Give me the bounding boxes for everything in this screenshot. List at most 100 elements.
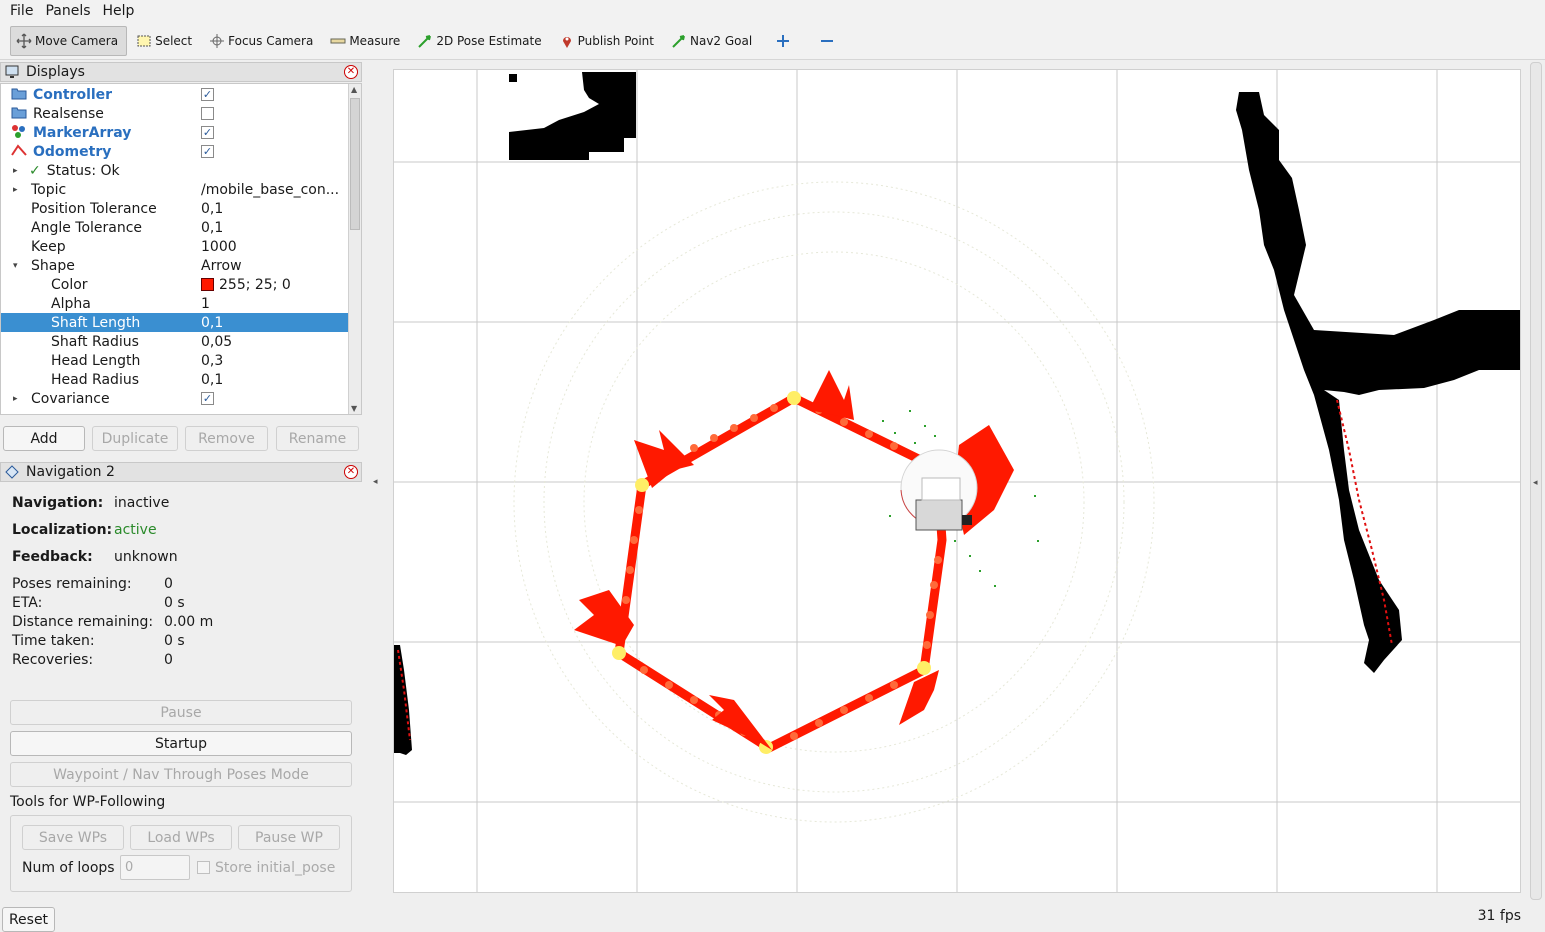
- measure-tool[interactable]: Measure: [325, 26, 408, 56]
- display-label: Controller: [33, 86, 113, 103]
- property-covariance[interactable]: ▸ Covariance ✓: [1, 389, 348, 408]
- menu-panels[interactable]: Panels: [39, 3, 96, 19]
- remove-tool-button[interactable]: [808, 26, 848, 56]
- property-value[interactable]: 1: [201, 296, 210, 312]
- collapse-arrow-icon[interactable]: ▾: [13, 261, 23, 271]
- feedback-label: Feedback:: [12, 549, 93, 565]
- splitter-arrow-icon[interactable]: ◂: [373, 477, 378, 487]
- property-label: Head Length: [51, 352, 141, 369]
- property-value[interactable]: 0,1: [201, 201, 223, 217]
- property-alpha[interactable]: Alpha 1: [1, 294, 348, 313]
- measure-label: Measure: [349, 33, 401, 48]
- scroll-thumb[interactable]: [350, 98, 360, 230]
- distance-remaining-value: 0.00 m: [164, 614, 214, 630]
- display-checkbox[interactable]: ✓: [201, 392, 214, 405]
- 3d-viewport[interactable]: [393, 69, 1521, 893]
- map-pin-icon: [558, 32, 576, 50]
- reset-button[interactable]: Reset: [2, 907, 55, 932]
- property-value[interactable]: /mobile_base_con...: [201, 182, 339, 198]
- property-value[interactable]: 0,3: [201, 353, 223, 369]
- loops-input[interactable]: 0: [120, 855, 190, 880]
- display-controller[interactable]: Controller ✓: [1, 85, 348, 104]
- move-camera-tool[interactable]: Move Camera: [10, 25, 128, 56]
- display-markerarray[interactable]: MarkerArray ✓: [1, 123, 348, 142]
- display-checkbox[interactable]: ✓: [201, 145, 214, 158]
- scroll-up-icon[interactable]: ▲: [351, 85, 357, 94]
- property-value[interactable]: Arrow: [201, 258, 242, 274]
- right-panel-collapse[interactable]: ◂: [1530, 62, 1542, 900]
- displays-panel-header: Displays ✕: [0, 62, 362, 82]
- localization-state-value: active: [114, 522, 157, 538]
- expand-arrow-icon[interactable]: ▸: [13, 394, 23, 404]
- expand-arrow-icon[interactable]: ▸: [13, 166, 23, 176]
- select-tool[interactable]: Select: [131, 26, 200, 56]
- pose-estimate-label: 2D Pose Estimate: [436, 33, 542, 48]
- map-render[interactable]: [394, 70, 1521, 893]
- recoveries-value: 0: [164, 652, 173, 668]
- pose-estimate-tool[interactable]: 2D Pose Estimate: [412, 26, 549, 56]
- property-head-length[interactable]: Head Length 0,3: [1, 351, 348, 370]
- loops-label: Num of loops: [22, 860, 115, 876]
- odometry-arrow-fans: [574, 370, 1014, 750]
- feedback-value: unknown: [114, 549, 178, 565]
- menu-file[interactable]: File: [4, 3, 39, 19]
- save-wps-button[interactable]: Save WPs: [22, 825, 124, 850]
- navigation-title: Navigation 2: [26, 464, 115, 480]
- property-topic[interactable]: ▸ Topic /mobile_base_con...: [1, 180, 348, 199]
- duplicate-display-button[interactable]: Duplicate: [92, 426, 178, 451]
- property-position-tolerance[interactable]: Position Tolerance 0,1: [1, 199, 348, 218]
- folder-icon: [11, 86, 27, 104]
- close-icon[interactable]: ✕: [344, 65, 358, 79]
- property-shaft-radius[interactable]: Shaft Radius 0,05: [1, 332, 348, 351]
- display-realsense[interactable]: Realsense: [1, 104, 348, 123]
- rename-display-button[interactable]: Rename: [276, 426, 359, 451]
- nav2-goal-label: Nav2 Goal: [690, 33, 753, 48]
- displays-scrollbar[interactable]: ▲ ▼: [348, 84, 361, 414]
- property-head-radius[interactable]: Head Radius 0,1: [1, 370, 348, 389]
- display-checkbox[interactable]: ✓: [201, 126, 214, 139]
- property-label: Shaft Radius: [51, 333, 139, 350]
- move-camera-label: Move Camera: [35, 33, 119, 48]
- property-keep[interactable]: Keep 1000: [1, 237, 348, 256]
- property-value[interactable]: 0,1: [201, 315, 223, 331]
- property-value[interactable]: 1000: [201, 239, 237, 255]
- nav2-goal-tool[interactable]: Nav2 Goal: [666, 26, 760, 56]
- property-shaft-length[interactable]: Shaft Length 0,1: [1, 313, 348, 332]
- collapse-arrow-icon[interactable]: ◂: [1533, 478, 1538, 488]
- property-status[interactable]: ▸ ✓ Status: Ok: [1, 161, 348, 180]
- property-value[interactable]: 255; 25; 0: [219, 277, 291, 293]
- store-initial-pose-checkbox[interactable]: [197, 861, 210, 874]
- property-label: Keep: [31, 238, 66, 255]
- scroll-down-icon[interactable]: ▼: [351, 404, 357, 413]
- display-odometry[interactable]: Odometry ✓: [1, 142, 348, 161]
- property-value[interactable]: 0,1: [201, 372, 223, 388]
- publish-point-tool[interactable]: Publish Point: [554, 26, 662, 56]
- add-tool-button[interactable]: [764, 26, 804, 56]
- close-icon[interactable]: ✕: [344, 465, 358, 479]
- property-label: Position Tolerance: [31, 200, 157, 217]
- menubar: File Panels Help: [0, 0, 1545, 22]
- property-shape[interactable]: ▾ Shape Arrow: [1, 256, 348, 275]
- property-label: Color: [51, 276, 88, 293]
- property-angle-tolerance[interactable]: Angle Tolerance 0,1: [1, 218, 348, 237]
- pause-wp-button[interactable]: Pause WP: [238, 825, 340, 850]
- displays-tree[interactable]: Controller ✓ Realsense MarkerArray ✓ Odo…: [0, 83, 362, 415]
- ruler-icon: [329, 32, 347, 50]
- startup-button[interactable]: Startup: [10, 731, 352, 756]
- minus-icon: [818, 32, 836, 50]
- property-value[interactable]: 0,05: [201, 334, 232, 350]
- display-checkbox[interactable]: [201, 107, 214, 120]
- add-display-button[interactable]: Add: [3, 426, 85, 451]
- property-value[interactable]: 0,1: [201, 220, 223, 236]
- remove-display-button[interactable]: Remove: [185, 426, 268, 451]
- expand-arrow-icon[interactable]: ▸: [13, 185, 23, 195]
- property-color[interactable]: Color 255; 25; 0: [1, 275, 348, 294]
- folder-icon: [11, 105, 27, 123]
- color-swatch[interactable]: [201, 278, 214, 291]
- waypoint-mode-button[interactable]: Waypoint / Nav Through Poses Mode: [10, 762, 352, 787]
- menu-help[interactable]: Help: [97, 3, 141, 19]
- focus-camera-tool[interactable]: Focus Camera: [204, 26, 321, 56]
- pause-button[interactable]: Pause: [10, 700, 352, 725]
- display-checkbox[interactable]: ✓: [201, 88, 214, 101]
- load-wps-button[interactable]: Load WPs: [130, 825, 232, 850]
